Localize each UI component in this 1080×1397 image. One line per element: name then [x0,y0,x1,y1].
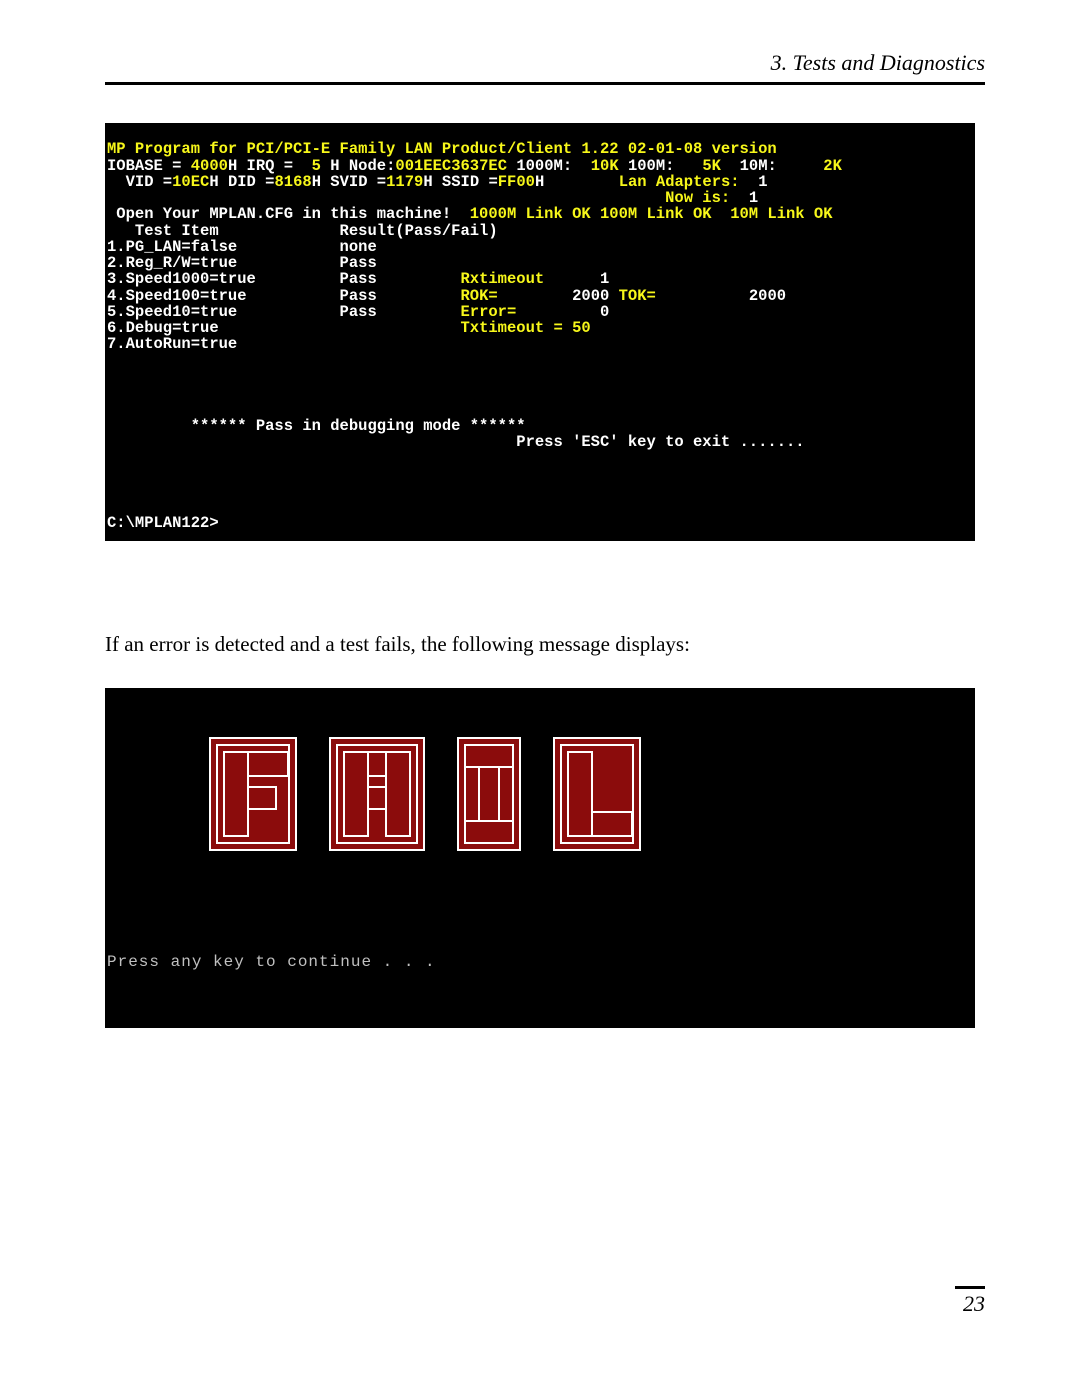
dos-prompt: C:\MPLAN122> [107,514,219,532]
page-number: 23 [955,1291,985,1317]
body-paragraph: If an error is detected and a test fails… [105,631,985,658]
terminal-fail: Press any key to continue . . . [105,688,975,1028]
terminal-diagnostics: MP Program for PCI/PCI-E Family LAN Prod… [105,123,975,541]
lan-adapters-value: 1 [758,173,767,191]
speed-10m-value: 2K [777,157,842,175]
fail-letter-f-icon [207,735,299,853]
fail-banner [107,723,975,865]
page-header: 3. Tests and Diagnostics [105,50,985,85]
fail-letter-l-icon [551,735,643,853]
fail-letter-a-icon [327,735,427,853]
page-footer: 23 [955,1286,985,1317]
press-any-key-text: Press any key to continue . . . [107,953,436,971]
footer-rule [955,1286,985,1289]
fail-letter-i-icon [455,735,523,853]
links-status: 1000M Link OK 100M Link OK 10M Link OK [451,205,832,223]
press-esc-line: Press 'ESC' key to exit ....... [107,433,805,451]
